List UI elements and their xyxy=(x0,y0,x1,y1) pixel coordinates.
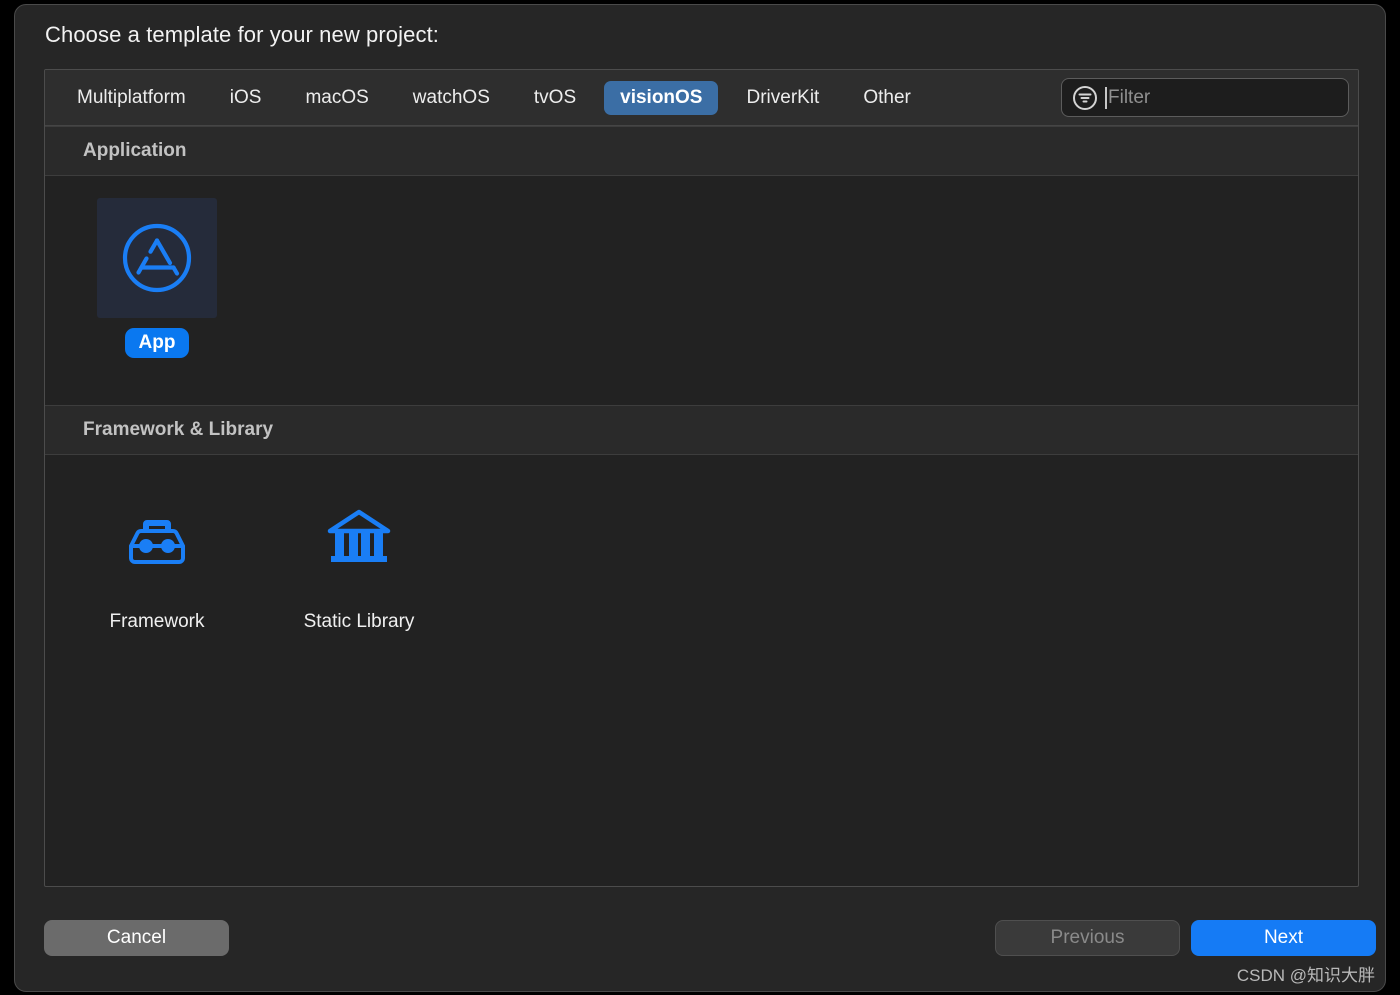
platform-tab-bar: Multiplatform iOS macOS watchOS tvOS vis… xyxy=(45,70,1358,126)
tab-multiplatform[interactable]: Multiplatform xyxy=(61,81,202,115)
tab-driverkit[interactable]: DriverKit xyxy=(730,81,835,115)
tab-ios[interactable]: iOS xyxy=(214,81,278,115)
section-body-application: App xyxy=(45,176,1358,405)
template-tile xyxy=(299,477,419,597)
template-item-app[interactable]: App xyxy=(67,198,247,405)
text-caret xyxy=(1105,86,1107,109)
toolbox-icon xyxy=(129,520,185,564)
cancel-button[interactable]: Cancel xyxy=(44,920,229,956)
new-project-template-dialog: Choose a template for your new project: … xyxy=(14,4,1386,992)
page-title: Choose a template for your new project: xyxy=(45,22,439,47)
template-item-framework[interactable]: Framework xyxy=(67,477,247,885)
template-item-label: App xyxy=(124,328,190,358)
template-item-label: Framework xyxy=(109,611,205,632)
filter-input[interactable]: Filter xyxy=(1061,78,1349,117)
filter-circle-icon xyxy=(1073,85,1097,110)
template-tile xyxy=(97,477,217,597)
tab-watchos[interactable]: watchOS xyxy=(397,81,506,115)
template-item-static-library[interactable]: Static Library xyxy=(269,477,449,885)
tab-visionos[interactable]: visionOS xyxy=(604,80,719,115)
tab-tvos[interactable]: tvOS xyxy=(518,81,592,115)
section-header-application: Application xyxy=(45,126,1358,176)
tab-other[interactable]: Other xyxy=(847,81,927,115)
template-panel: Multiplatform iOS macOS watchOS tvOS vis… xyxy=(44,69,1359,887)
app-store-icon xyxy=(122,223,192,293)
template-item-label: Static Library xyxy=(303,611,415,632)
previous-button[interactable]: Previous xyxy=(995,920,1180,956)
bank-columns-icon xyxy=(327,509,391,562)
next-button[interactable]: Next xyxy=(1191,920,1376,956)
template-tile xyxy=(97,198,217,318)
tab-macos[interactable]: macOS xyxy=(289,81,384,115)
filter-placeholder: Filter xyxy=(1108,86,1151,108)
section-body-framework-library: Framework Static Library xyxy=(45,455,1358,885)
watermark: CSDN @知识大胖 xyxy=(1236,966,1375,985)
section-header-framework-library: Framework & Library xyxy=(45,405,1358,455)
